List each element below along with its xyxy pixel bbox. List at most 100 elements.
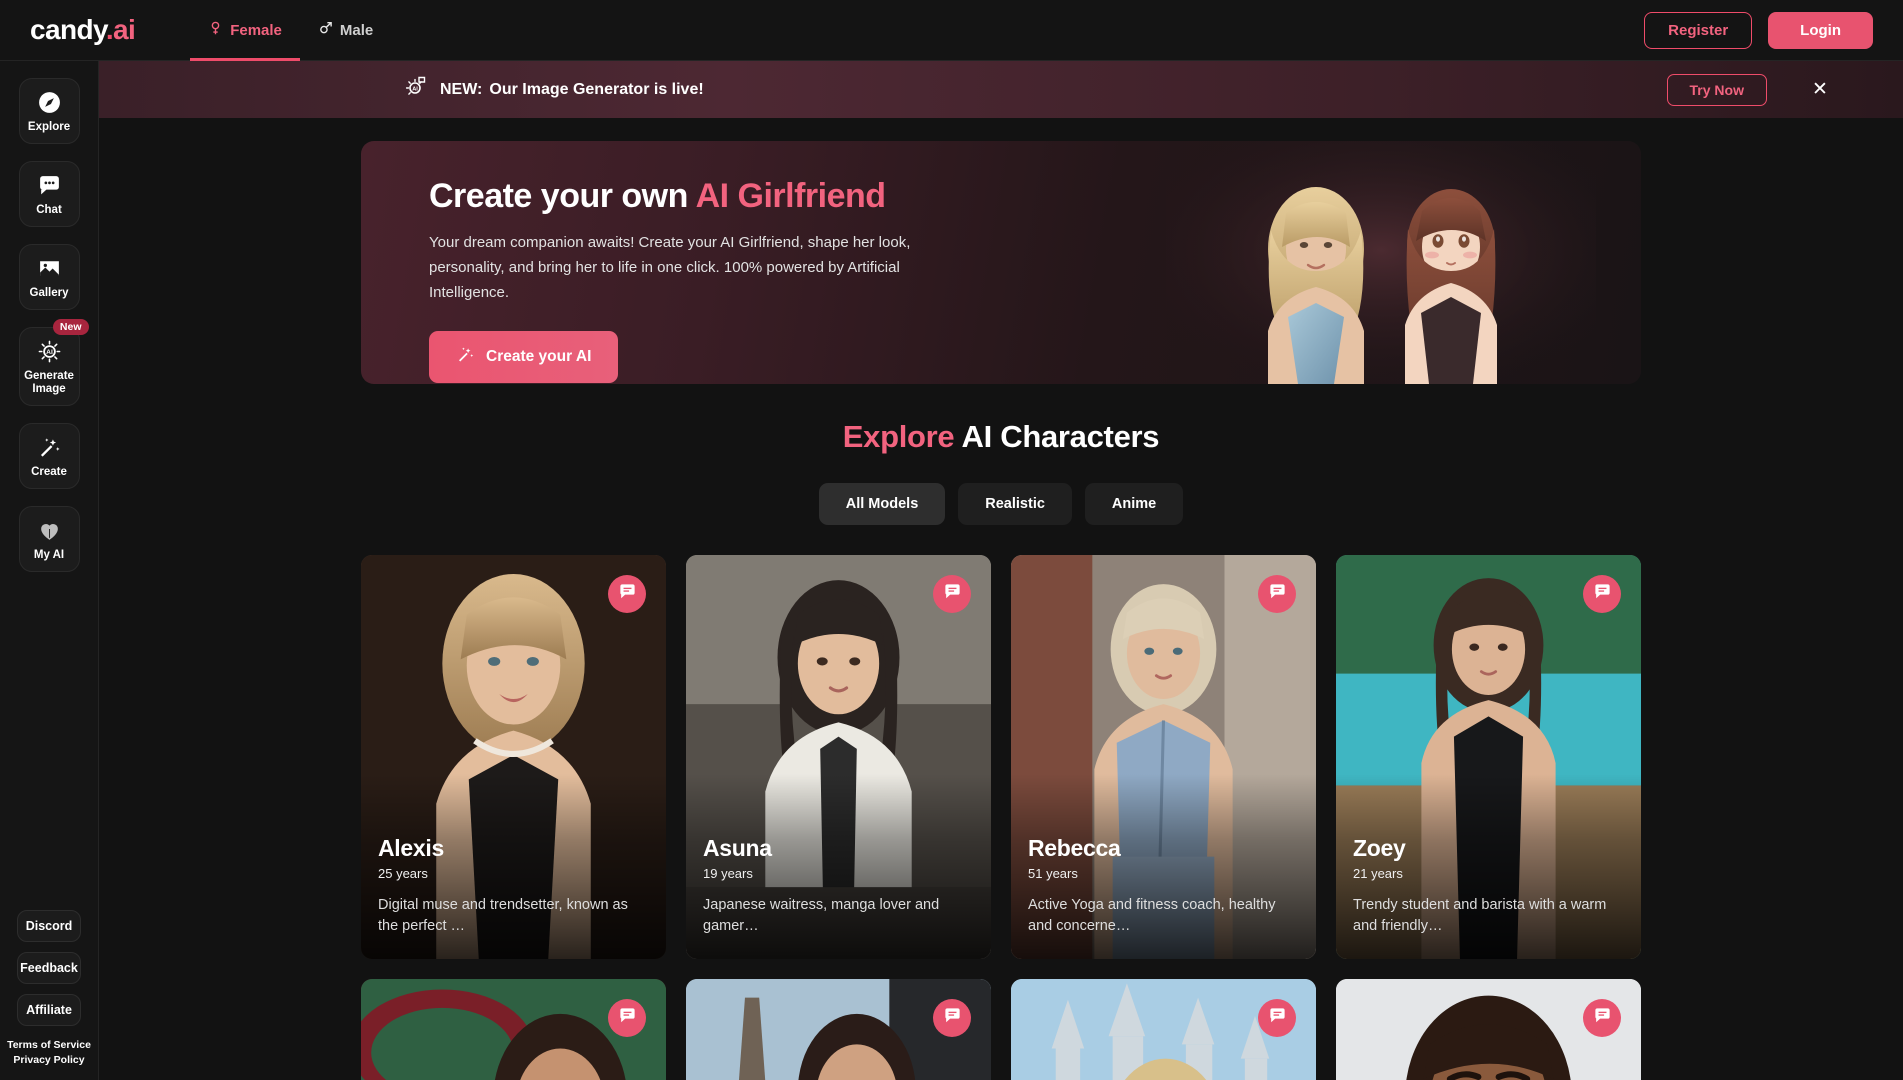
character-card-rebecca[interactable]: Rebecca 51 years Active Yoga and fitness… [1011, 555, 1316, 959]
sidebar-item-gallery-label: Gallery [29, 287, 69, 299]
hero-subtitle: Your dream companion awaits! Create your… [429, 234, 911, 301]
chat-button[interactable] [1258, 575, 1296, 613]
left-sidebar: Explore Chat Gallery New AI Generate Ima… [0, 61, 99, 1080]
chat-button[interactable] [1583, 575, 1621, 613]
sidebar-item-gallery[interactable]: Gallery [18, 244, 80, 310]
character-card-row2-1[interactable] [361, 979, 666, 1080]
magic-wand-icon [37, 435, 62, 460]
character-grid: Alexis 25 years Digital muse and trendse… [361, 555, 1641, 959]
chat-bubble-icon [943, 1006, 962, 1030]
filter-all-models[interactable]: All Models [818, 483, 946, 525]
sidebar-item-my-ai[interactable]: My AI [18, 506, 80, 572]
chat-button[interactable] [608, 575, 646, 613]
chat-bubble-icon [1593, 582, 1612, 606]
magic-wand-icon [456, 345, 475, 369]
filter-realistic[interactable]: Realistic [958, 483, 1072, 525]
female-icon [208, 19, 223, 41]
main-content: Create your own AI Girlfriend Your dream… [99, 118, 1903, 1080]
sidebar-item-generate-image-label: Generate Image [24, 370, 74, 395]
character-description: Digital muse and trendsetter, known as t… [378, 897, 628, 934]
try-now-button[interactable]: Try Now [1666, 73, 1767, 106]
svg-text:AI: AI [412, 86, 418, 92]
character-name: Zoey [1353, 835, 1406, 861]
sidebar-item-explore[interactable]: Explore [18, 78, 80, 144]
chat-button[interactable] [1583, 999, 1621, 1037]
announcement-message: Our Image Generator is live! [489, 80, 704, 98]
image-generator-icon: AI [404, 75, 428, 104]
announcement-content: AI NEW: Our Image Generator is live! [404, 75, 704, 104]
character-age: 19 years [703, 866, 753, 881]
card-info: Alexis 25 years Digital muse and trendse… [378, 835, 649, 937]
character-description: Active Yoga and fitness coach, healthy a… [1028, 897, 1276, 934]
character-card-row2-4[interactable] [1336, 979, 1641, 1080]
character-card-alexis[interactable]: Alexis 25 years Digital muse and trendse… [361, 555, 666, 959]
hero-text-block: Create your own AI Girlfriend Your dream… [361, 141, 981, 383]
heart-icon [37, 518, 62, 543]
character-age: 25 years [378, 866, 428, 881]
chat-bubble-icon [1268, 582, 1287, 606]
tab-female-label: Female [230, 21, 282, 39]
character-card-zoey[interactable]: Zoey 21 years Trendy student and barista… [1336, 555, 1641, 959]
announcement-banner: AI NEW: Our Image Generator is live! Try … [99, 61, 1903, 118]
section-title: Explore AI Characters [361, 419, 1641, 455]
character-age: 21 years [1353, 866, 1403, 881]
privacy-policy-link[interactable]: Privacy Policy [13, 1054, 84, 1066]
chat-button[interactable] [933, 575, 971, 613]
create-your-ai-button[interactable]: Create your AI [429, 331, 619, 383]
section-title-plain: AI Characters [954, 419, 1160, 454]
sidebar-item-generate-image[interactable]: New AI Generate Image [18, 319, 89, 406]
register-button[interactable]: Register [1644, 11, 1753, 49]
hero-banner: Create your own AI Girlfriend Your dream… [361, 141, 1641, 384]
discord-button[interactable]: Discord [17, 910, 81, 942]
sidebar-new-badge: New [52, 319, 89, 335]
ai-generate-icon: AI [37, 339, 62, 364]
create-your-ai-label: Create your AI [486, 348, 592, 365]
chat-bubble-icon [37, 173, 62, 198]
section-title-highlight: Explore [842, 419, 955, 454]
sidebar-item-chat-label: Chat [36, 204, 62, 216]
character-age: 51 years [1028, 866, 1078, 881]
auth-actions: Register Login [1644, 11, 1873, 49]
chat-bubble-icon [618, 1006, 637, 1030]
character-card-row2-2[interactable] [686, 979, 991, 1080]
compass-icon [37, 90, 62, 115]
character-name: Rebecca [1028, 835, 1121, 861]
announcement-text: NEW: Our Image Generator is live! [440, 81, 704, 99]
affiliate-button[interactable]: Affiliate [17, 994, 81, 1026]
filter-anime[interactable]: Anime [1084, 483, 1184, 525]
brand-dot: . [105, 14, 114, 45]
tab-male[interactable]: Male [300, 0, 391, 61]
svg-text:AI: AI [46, 349, 53, 356]
chat-button[interactable] [608, 999, 646, 1037]
hero-artwork [1166, 141, 1596, 384]
brand-logo[interactable]: candy.ai [30, 14, 136, 46]
chat-bubble-icon [618, 582, 637, 606]
gender-tabs: Female Male [190, 0, 391, 61]
male-icon [318, 19, 333, 41]
character-card-asuna[interactable]: Asuna 19 years Japanese waitress, manga … [686, 555, 991, 959]
card-info: Rebecca 51 years Active Yoga and fitness… [1028, 835, 1299, 937]
login-button[interactable]: Login [1768, 11, 1873, 49]
character-card-row2-3[interactable] [1011, 979, 1316, 1080]
chat-bubble-icon [1268, 1006, 1287, 1030]
tab-male-label: Male [339, 21, 374, 39]
close-icon[interactable]: ✕ [1809, 79, 1831, 101]
chat-button[interactable] [933, 999, 971, 1037]
character-name: Asuna [703, 835, 772, 861]
terms-of-service-link[interactable]: Terms of Service [7, 1039, 91, 1051]
image-icon [37, 256, 62, 281]
sidebar-item-create[interactable]: Create [18, 423, 80, 489]
chat-button[interactable] [1258, 999, 1296, 1037]
character-description: Japanese waitress, manga lover and gamer… [703, 897, 940, 934]
top-navigation-bar: candy.ai Female Male Register Login [0, 0, 1903, 61]
sidebar-footer: Discord Feedback Affiliate Terms of Serv… [0, 910, 98, 1066]
brand-name: candy [30, 14, 106, 45]
hero-title-highlight: AI Girlfriend [695, 177, 886, 215]
feedback-button[interactable]: Feedback [17, 952, 81, 984]
card-info: Asuna 19 years Japanese waitress, manga … [703, 835, 974, 937]
sidebar-item-create-label: Create [31, 466, 67, 478]
character-grid-row-2 [361, 979, 1641, 1080]
tab-female[interactable]: Female [190, 0, 300, 61]
sidebar-item-my-ai-label: My AI [33, 549, 65, 561]
sidebar-item-chat[interactable]: Chat [18, 161, 80, 227]
